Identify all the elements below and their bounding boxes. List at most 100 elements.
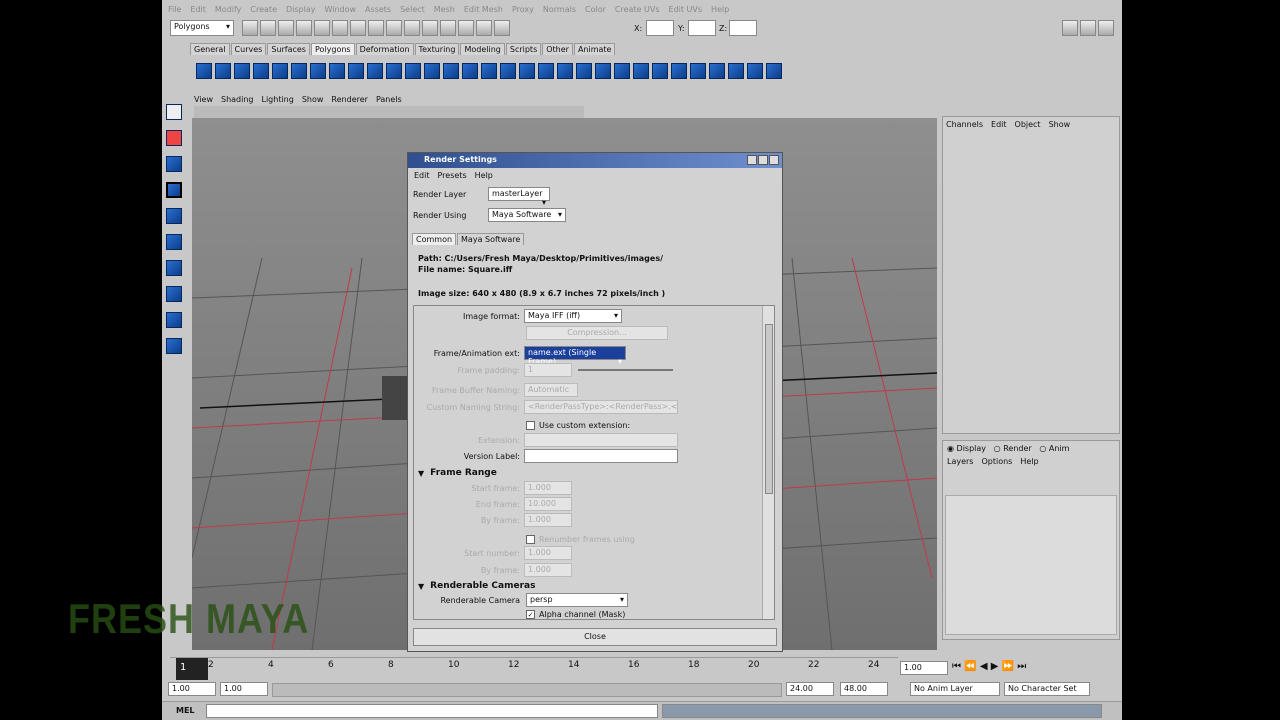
close-icon[interactable] xyxy=(769,155,779,165)
ipr-render-icon[interactable] xyxy=(458,20,474,36)
attribute-editor-icon[interactable] xyxy=(1062,20,1078,36)
poly-helix-icon[interactable] xyxy=(367,63,383,79)
current-time-field[interactable]: 1.00 xyxy=(900,661,948,675)
rotate-tool-icon[interactable] xyxy=(166,208,182,224)
tool-settings-icon[interactable] xyxy=(1080,20,1096,36)
shelf-tab-curves[interactable]: Curves xyxy=(230,43,267,55)
renumber-checkbox[interactable] xyxy=(526,534,535,544)
shelf-tab-animate[interactable]: Animate xyxy=(573,43,616,55)
render-settings-icon[interactable] xyxy=(476,20,492,36)
y-field[interactable] xyxy=(688,20,716,36)
checker-icon[interactable] xyxy=(728,63,744,79)
channel-edit-menu[interactable]: Edit xyxy=(991,120,1007,129)
menu-assets[interactable]: Assets xyxy=(365,5,391,14)
boolean-difference-icon[interactable] xyxy=(519,63,535,79)
select-tool-icon[interactable] xyxy=(166,104,182,120)
menu-proxy[interactable]: Proxy xyxy=(512,5,534,14)
collapse-triangle-icon[interactable]: ▼ xyxy=(418,582,424,591)
split-icon[interactable] xyxy=(652,63,668,79)
poly-cylinder-icon[interactable] xyxy=(234,63,250,79)
separate-icon[interactable] xyxy=(443,63,459,79)
poly-plane-icon[interactable] xyxy=(272,63,288,79)
render-icon[interactable] xyxy=(440,20,456,36)
menu-help[interactable]: Help xyxy=(711,5,729,14)
uv-editor-icon[interactable] xyxy=(747,63,763,79)
poly-torus-icon[interactable] xyxy=(291,63,307,79)
append-icon[interactable] xyxy=(614,63,630,79)
mel-input[interactable] xyxy=(206,704,658,718)
tab-common[interactable]: Common xyxy=(412,233,457,245)
dialog-titlebar[interactable]: Render Settings xyxy=(408,153,782,168)
vp-menu-renderer[interactable]: Renderer xyxy=(331,95,368,104)
step-back-icon[interactable]: ⏪ xyxy=(964,661,976,672)
start-frame-field[interactable]: 1.000 xyxy=(524,481,572,495)
end-frame-field[interactable]: 10.000 xyxy=(524,497,572,511)
scrollbar[interactable] xyxy=(762,306,774,619)
dlg-menu-edit[interactable]: Edit xyxy=(414,171,430,180)
radio-display[interactable]: ◉ Display xyxy=(947,444,986,453)
snap-point-icon[interactable] xyxy=(386,20,402,36)
radio-anim[interactable]: ○ Anim xyxy=(1039,444,1069,453)
frame-anim-select[interactable]: name.ext (Single Frame) ▾ xyxy=(524,346,626,366)
use-custom-ext-checkbox[interactable] xyxy=(526,420,535,430)
select-object-icon[interactable] xyxy=(314,20,330,36)
mode-select[interactable]: Polygons ▾ xyxy=(170,20,234,36)
custom-naming-field[interactable]: <RenderPassType>:<RenderPass>.<Came xyxy=(524,400,678,414)
x-field[interactable] xyxy=(646,20,674,36)
shelf-tab-other[interactable]: Other xyxy=(542,43,573,55)
z-field[interactable] xyxy=(729,20,757,36)
render-using-select[interactable]: Maya Software ▾ xyxy=(488,208,566,222)
texture-icon[interactable] xyxy=(766,63,782,79)
menu-create-uvs[interactable]: Create UVs xyxy=(615,5,660,14)
maximize-icon[interactable] xyxy=(758,155,768,165)
open-scene-icon[interactable] xyxy=(260,20,276,36)
character-set-select[interactable]: No Character Set xyxy=(1004,682,1090,696)
shelf-tab-deformation[interactable]: Deformation xyxy=(355,43,414,55)
compression-button[interactable]: Compression... xyxy=(526,326,668,340)
vp-menu-show[interactable]: Show xyxy=(302,95,324,104)
select-hierarchy-icon[interactable] xyxy=(296,20,312,36)
bridge-icon[interactable] xyxy=(595,63,611,79)
close-button[interactable]: Close xyxy=(413,628,777,646)
frame-range-header[interactable]: Frame Range xyxy=(430,468,497,478)
poly-pyramid-icon[interactable] xyxy=(329,63,345,79)
play-back-icon[interactable]: ◀ xyxy=(980,661,988,672)
poly-platonic-icon[interactable] xyxy=(405,63,421,79)
select-component-icon[interactable] xyxy=(332,20,348,36)
fb-naming-select[interactable]: Automatic xyxy=(524,383,578,397)
render-layer-select[interactable]: masterLayer ▾ xyxy=(488,187,550,207)
bevel-icon[interactable] xyxy=(709,63,725,79)
move-tool-icon[interactable] xyxy=(166,182,182,198)
combine-icon[interactable] xyxy=(424,63,440,79)
snap-plane-icon[interactable] xyxy=(404,20,420,36)
tab-maya-software[interactable]: Maya Software xyxy=(457,233,525,245)
menu-mesh[interactable]: Mesh xyxy=(434,5,455,14)
range-slider[interactable] xyxy=(272,683,782,697)
soft-mod-icon[interactable] xyxy=(166,286,182,302)
shelf-tab-texturing[interactable]: Texturing xyxy=(414,43,460,55)
vp-menu-lighting[interactable]: Lighting xyxy=(261,95,293,104)
menu-modify[interactable]: Modify xyxy=(215,5,242,14)
by-frame2-field[interactable]: 1.000 xyxy=(524,563,572,577)
by-frame-field[interactable]: 1.000 xyxy=(524,513,572,527)
universal-manip-icon[interactable] xyxy=(166,260,182,276)
dlg-menu-help[interactable]: Help xyxy=(475,171,493,180)
collapse-triangle-icon[interactable]: ▼ xyxy=(418,469,424,478)
menu-edit-uvs[interactable]: Edit UVs xyxy=(669,5,703,14)
scrollbar-thumb[interactable] xyxy=(765,324,773,494)
channel-show-menu[interactable]: Show xyxy=(1049,120,1071,129)
shelf-tab-modeling[interactable]: Modeling xyxy=(460,43,505,55)
image-format-select[interactable]: Maya IFF (iff) ▾ xyxy=(524,309,622,323)
vp-menu-view[interactable]: View xyxy=(194,95,213,104)
insert-edge-loop-icon[interactable] xyxy=(671,63,687,79)
cameras-header[interactable]: Renderable Cameras xyxy=(430,581,535,591)
menu-window[interactable]: Window xyxy=(325,5,357,14)
menu-file[interactable]: File xyxy=(168,5,181,14)
channels-menu[interactable]: Channels xyxy=(946,120,983,129)
offset-edge-loop-icon[interactable] xyxy=(690,63,706,79)
lasso-tool-icon[interactable] xyxy=(166,130,182,146)
menu-color[interactable]: Color xyxy=(585,5,606,14)
layers-menu-help[interactable]: Help xyxy=(1020,457,1038,466)
extrude-icon[interactable] xyxy=(576,63,592,79)
layer-list[interactable] xyxy=(945,495,1117,635)
